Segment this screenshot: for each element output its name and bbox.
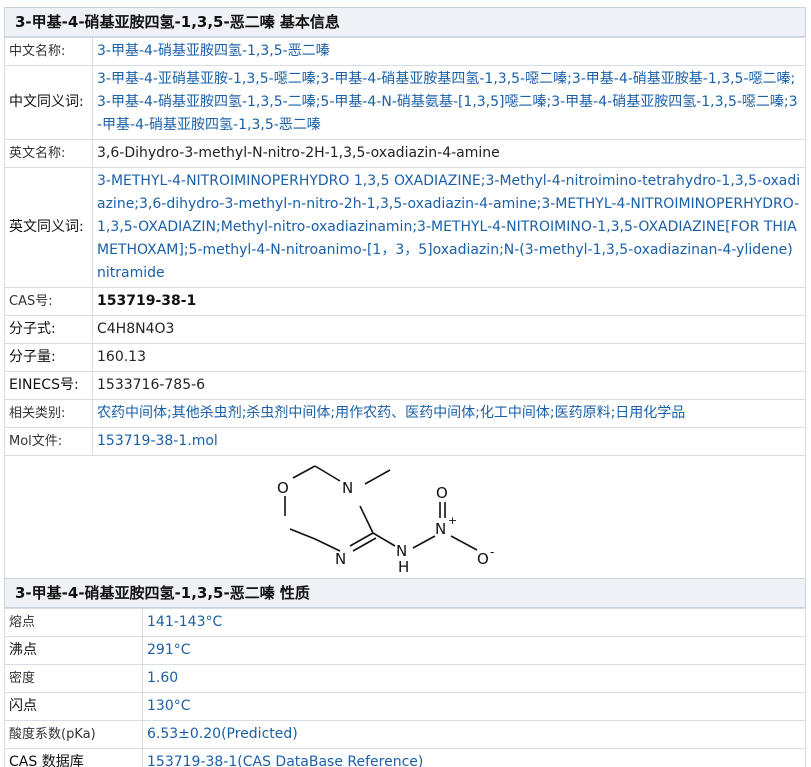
prop-value-pka: 6.53±0.20(Predicted) (142, 720, 806, 749)
prop-value-boiling-point: 291°C (142, 636, 806, 665)
table-row: 密度 1.60 (4, 664, 806, 693)
row-label-cn-name: 中文名称: (4, 37, 93, 66)
prop-value-melting-point: 141-143°C (142, 608, 806, 637)
cas-value: 153719-38-1 (92, 287, 806, 316)
cn-synonyms-links[interactable]: 3-甲基-4-亚硝基亚胺-1,3,5-噁二嗪;3-甲基-4-硝基亚胺基四氢-1,… (92, 65, 806, 140)
table-row: CAS 数据库 153719-38-1(CAS DataBase Referen… (4, 748, 806, 767)
table-row: 闪点 130°C (4, 692, 806, 721)
atom-minus: - (490, 545, 494, 559)
en-synonyms-links[interactable]: 3-METHYL-4-NITROIMINOPERHYDRO 1,3,5 OXAD… (92, 167, 806, 288)
en-name-value: 3,6-Dihydro-3-methyl-N-nitro-2H-1,3,5-ox… (92, 139, 806, 168)
prop-value-density: 1.60 (142, 664, 806, 693)
row-label-category: 相关类别: (4, 399, 93, 428)
table-row: CAS号: 153719-38-1 (4, 287, 806, 316)
table-row: 分子式: C4H8N4O3 (4, 315, 806, 344)
properties-section: 3-甲基-4-硝基亚胺四氢-1,3,5-恶二嗪 性质 熔点 141-143°C … (4, 578, 806, 767)
structure-cell: O N N N H N + O O - (4, 455, 806, 585)
atom-n3: N (342, 479, 353, 497)
table-row: 沸点 291°C (4, 636, 806, 665)
table-row: 英文同义词: 3-METHYL-4-NITROIMINOPERHYDRO 1,3… (4, 167, 806, 288)
row-label-einecs: EINECS号: (4, 371, 93, 400)
prop-value-flash-point: 130°C (142, 692, 806, 721)
row-label-mw: 分子量: (4, 343, 93, 372)
prop-label-cas-db: CAS 数据库 (4, 748, 143, 767)
properties-title: 3-甲基-4-硝基亚胺四氢-1,3,5-恶二嗪 性质 (4, 578, 806, 608)
basic-info-section: 3-甲基-4-硝基亚胺四氢-1,3,5-恶二嗪 基本信息 中文名称: 3-甲基-… (4, 7, 806, 585)
prop-label-density: 密度 (4, 664, 143, 693)
table-row: 中文名称: 3-甲基-4-硝基亚胺四氢-1,3,5-恶二嗪 (4, 37, 806, 66)
atom-o: O (277, 479, 289, 497)
row-label-cn-synonyms: 中文同义词: (4, 65, 93, 140)
table-row: 酸度系数(pKa) 6.53±0.20(Predicted) (4, 720, 806, 749)
prop-label-boiling-point: 沸点 (4, 636, 143, 665)
row-label-mol: Mol文件: (4, 427, 93, 456)
mw-value: 160.13 (92, 343, 806, 372)
table-row: 相关类别: 农药中间体;其他杀虫剂;杀虫剂中间体;用作农药、医药中间体;化工中间… (4, 399, 806, 428)
properties-table: 熔点 141-143°C 沸点 291°C 密度 1.60 闪点 130°C 酸… (4, 608, 806, 767)
formula-value: C4H8N4O3 (92, 315, 806, 344)
cn-name-link[interactable]: 3-甲基-4-硝基亚胺四氢-1,3,5-恶二嗪 (92, 37, 806, 66)
table-row: Mol文件: 153719-38-1.mol (4, 427, 806, 456)
basic-info-title: 3-甲基-4-硝基亚胺四氢-1,3,5-恶二嗪 基本信息 (4, 7, 806, 37)
prop-label-melting-point: 熔点 (4, 608, 143, 637)
row-label-formula: 分子式: (4, 315, 93, 344)
row-label-en-synonyms: 英文同义词: (4, 167, 93, 288)
table-row: 分子量: 160.13 (4, 343, 806, 372)
structure-diagram: O N N N H N + O O - (277, 465, 494, 576)
einecs-value: 1533716-785-6 (92, 371, 806, 400)
atom-n5: N (335, 550, 346, 568)
atom-nplus: N (435, 520, 446, 538)
mol-file-link[interactable]: 153719-38-1.mol (92, 427, 806, 456)
prop-label-pka: 酸度系数(pKa) (4, 720, 143, 749)
row-label-cas: CAS号: (4, 287, 93, 316)
table-row: 熔点 141-143°C (4, 608, 806, 637)
atom-plus: + (448, 514, 457, 527)
prop-label-flash-point: 闪点 (4, 692, 143, 721)
atom-h: H (398, 558, 409, 576)
atom-o-double: O (436, 484, 448, 502)
row-label-en-name: 英文名称: (4, 139, 93, 168)
category-links[interactable]: 农药中间体;其他杀虫剂;杀虫剂中间体;用作农药、医药中间体;化工中间体;医药原料… (92, 399, 806, 428)
table-row: O N N N H N + O O - (4, 455, 806, 585)
basic-info-table: 中文名称: 3-甲基-4-硝基亚胺四氢-1,3,5-恶二嗪 中文同义词: 3-甲… (4, 37, 806, 585)
table-row: 英文名称: 3,6-Dihydro-3-methyl-N-nitro-2H-1,… (4, 139, 806, 168)
atom-o-minus: O (477, 550, 489, 568)
table-row: 中文同义词: 3-甲基-4-亚硝基亚胺-1,3,5-噁二嗪;3-甲基-4-硝基亚… (4, 65, 806, 140)
table-row: EINECS号: 1533716-785-6 (4, 371, 806, 400)
cas-database-link[interactable]: 153719-38-1(CAS DataBase Reference) (142, 748, 806, 767)
